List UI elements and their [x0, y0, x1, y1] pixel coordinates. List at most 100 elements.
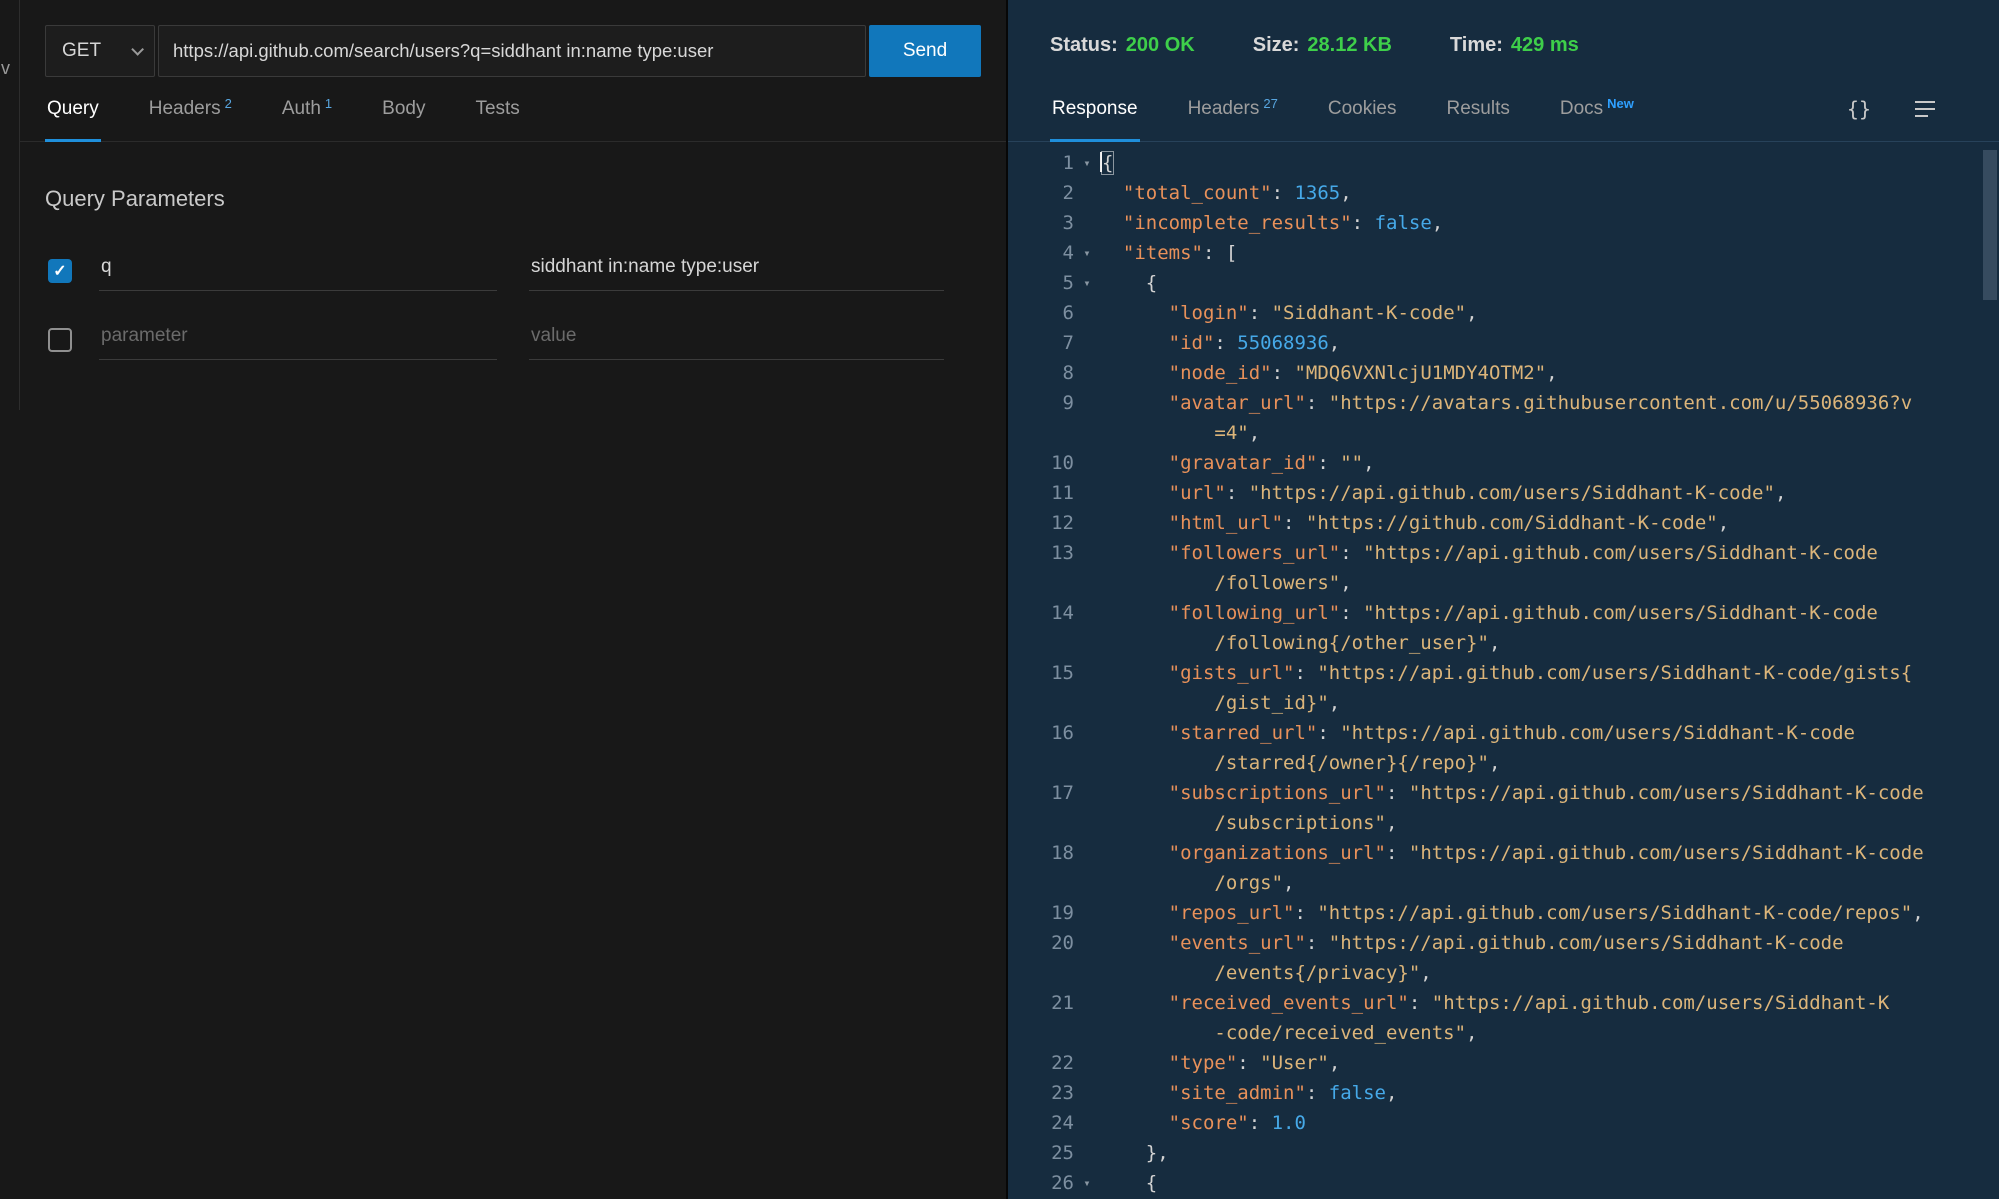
line-number — [1008, 868, 1074, 898]
code-line: 23 "site_admin": false, — [1008, 1078, 1999, 1108]
fold-gutter — [1074, 1018, 1100, 1048]
line-number: 5 — [1008, 268, 1074, 298]
response-tabs: Response Headers 27 Cookies Results Docs… — [1008, 77, 1999, 142]
tab-docs[interactable]: Docs New — [1558, 77, 1636, 141]
code-line: 1▾{ — [1008, 148, 1999, 178]
code-line: 15 "gists_url": "https://api.github.com/… — [1008, 658, 1999, 688]
request-panel: GET Send Query Headers 2 Auth 1 Body — [20, 0, 1008, 1199]
code-line: -code/received_events", — [1008, 1018, 1999, 1048]
code-line: /orgs", — [1008, 868, 1999, 898]
activity-label: v — [1, 58, 10, 79]
status-group: Status:200 OK — [1050, 34, 1195, 57]
scrollbar-thumb[interactable] — [1983, 150, 1997, 300]
tab-cookies[interactable]: Cookies — [1326, 77, 1399, 141]
code-line: 3 "incomplete_results": false, — [1008, 208, 1999, 238]
fold-gutter — [1074, 988, 1100, 1018]
line-number: 4 — [1008, 238, 1074, 268]
line-number: 18 — [1008, 838, 1074, 868]
method-select[interactable]: GET — [45, 25, 155, 77]
time-label: Time: — [1450, 34, 1503, 56]
url-input[interactable] — [158, 25, 866, 77]
line-number: 7 — [1008, 328, 1074, 358]
line-number — [1008, 1018, 1074, 1048]
tab-tests[interactable]: Tests — [473, 77, 521, 141]
code-line: 7 "id": 55068936, — [1008, 328, 1999, 358]
activity-bar: v — [0, 0, 20, 1199]
fold-gutter — [1074, 628, 1100, 658]
code-line: 17 "subscriptions_url": "https://api.git… — [1008, 778, 1999, 808]
code-line: 21 "received_events_url": "https://api.g… — [1008, 988, 1999, 1018]
line-number: 21 — [1008, 988, 1074, 1018]
line-number — [1008, 688, 1074, 718]
param-name-input[interactable] — [99, 250, 497, 291]
fold-arrow-icon[interactable]: ▾ — [1074, 148, 1100, 178]
fold-gutter — [1074, 958, 1100, 988]
fold-gutter — [1074, 598, 1100, 628]
line-number: 26 — [1008, 1168, 1074, 1198]
line-number: 19 — [1008, 898, 1074, 928]
size-label: Size: — [1253, 34, 1300, 56]
param-value-input[interactable] — [529, 250, 944, 291]
code-line: 10 "gravatar_id": "", — [1008, 448, 1999, 478]
param-checkbox-unchecked[interactable] — [48, 328, 72, 352]
line-number: 15 — [1008, 658, 1074, 688]
fold-gutter — [1074, 748, 1100, 778]
fold-arrow-icon[interactable]: ▾ — [1074, 238, 1100, 268]
line-number: 17 — [1008, 778, 1074, 808]
code-line: 14 "following_url": "https://api.github.… — [1008, 598, 1999, 628]
tab-body[interactable]: Body — [380, 77, 427, 141]
line-number: 13 — [1008, 538, 1074, 568]
code-line: /starred{/owner}{/repo}", — [1008, 748, 1999, 778]
request-tabs: Query Headers 2 Auth 1 Body Tests — [20, 77, 1006, 142]
activity-bar-divider — [19, 0, 20, 410]
tab-auth[interactable]: Auth 1 — [280, 77, 334, 141]
line-number: 20 — [1008, 928, 1074, 958]
time-value: 429 ms — [1511, 34, 1579, 56]
send-button[interactable]: Send — [869, 25, 981, 77]
tab-response[interactable]: Response — [1050, 77, 1140, 141]
code-line: /following{/other_user}", — [1008, 628, 1999, 658]
code-line: 5▾ { — [1008, 268, 1999, 298]
fold-gutter — [1074, 868, 1100, 898]
code-line: 26▾ { — [1008, 1168, 1999, 1198]
param-name-input-empty[interactable] — [99, 319, 497, 360]
param-checkbox-checked[interactable] — [48, 259, 72, 283]
response-status-bar: Status:200 OK Size: 28.12 KB Time: 429 ms — [1008, 0, 1999, 77]
fold-arrow-icon[interactable]: ▾ — [1074, 1168, 1100, 1198]
line-number: 16 — [1008, 718, 1074, 748]
line-number: 10 — [1008, 448, 1074, 478]
time-group: Time: 429 ms — [1450, 34, 1579, 57]
line-number: 2 — [1008, 178, 1074, 208]
code-line: 19 "repos_url": "https://api.github.com/… — [1008, 898, 1999, 928]
code-line: 25 }, — [1008, 1138, 1999, 1168]
fold-gutter — [1074, 418, 1100, 448]
line-number: 9 — [1008, 388, 1074, 418]
code-line: 6 "login": "Siddhant-K-code", — [1008, 298, 1999, 328]
param-row — [48, 250, 981, 291]
fold-gutter — [1074, 898, 1100, 928]
braces-icon[interactable]: {} — [1847, 97, 1871, 121]
fold-gutter — [1074, 1048, 1100, 1078]
param-row — [48, 319, 981, 360]
menu-icon[interactable] — [1915, 101, 1935, 117]
code-line: 24 "score": 1.0 — [1008, 1108, 1999, 1138]
tab-headers[interactable]: Headers 2 — [147, 77, 234, 141]
line-number — [1008, 958, 1074, 988]
tab-results[interactable]: Results — [1445, 77, 1512, 141]
param-value-input-empty[interactable] — [529, 319, 944, 360]
fold-gutter — [1074, 1108, 1100, 1138]
line-number: 25 — [1008, 1138, 1074, 1168]
fold-gutter — [1074, 808, 1100, 838]
code-line: 11 "url": "https://api.github.com/users/… — [1008, 478, 1999, 508]
code-editor[interactable]: 1▾{2 "total_count": 1365,3 "incomplete_r… — [1008, 142, 1999, 1199]
size-value: 28.12 KB — [1307, 34, 1392, 56]
tab-response-headers[interactable]: Headers 27 — [1186, 77, 1280, 141]
status-label: Status: — [1050, 34, 1118, 56]
code-line: 8 "node_id": "MDQ6VXNlcjU1MDY4OTM2", — [1008, 358, 1999, 388]
line-number: 3 — [1008, 208, 1074, 238]
chevron-down-icon — [131, 43, 144, 56]
code-line: 2 "total_count": 1365, — [1008, 178, 1999, 208]
tab-query[interactable]: Query — [45, 77, 101, 141]
fold-arrow-icon[interactable]: ▾ — [1074, 268, 1100, 298]
code-line: /gist_id}", — [1008, 688, 1999, 718]
